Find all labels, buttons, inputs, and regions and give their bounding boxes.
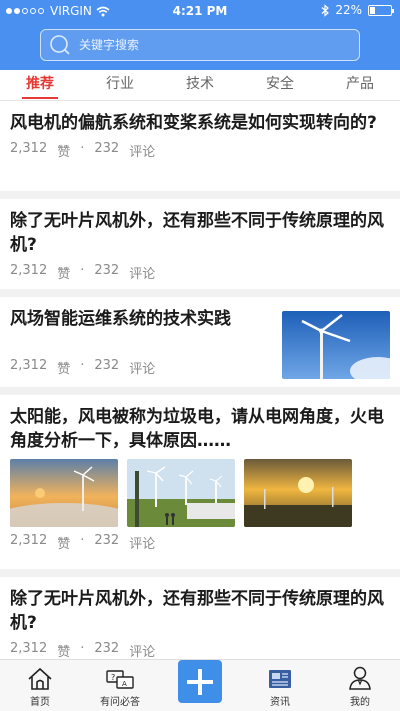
article-title[interactable]: 除了无叶片风机外，还有那些不同于传统原理的风机?: [10, 209, 390, 257]
status-right: 22%: [321, 3, 394, 17]
comment-count: 232: [94, 263, 120, 278]
tab-recommended[interactable]: 推荐: [0, 70, 80, 100]
svg-text:A: A: [122, 680, 127, 688]
article-title[interactable]: 风场智能运维系统的技术实践: [10, 307, 268, 331]
battery-icon: [368, 4, 394, 16]
tab-industry[interactable]: 行业: [80, 70, 160, 100]
svg-text:?: ?: [111, 673, 115, 682]
nav-profile-label: 我的: [350, 697, 370, 708]
comment-label: 评论: [129, 537, 156, 552]
search-input[interactable]: [79, 38, 339, 52]
article-title[interactable]: 风电机的偏航系统和变桨系统是如何实现转向的?: [10, 111, 390, 135]
profile-icon: [349, 666, 371, 690]
meta-separator: ·: [80, 141, 85, 156]
header: VIRGIN 4:21 PM 22%: [0, 0, 400, 70]
status-bar: VIRGIN 4:21 PM 22%: [0, 0, 400, 22]
article-feed: 风电机的偏航系统和变桨系统是如何实现转向的? 2,312 赞 · 232 评论 …: [0, 101, 400, 659]
comment-label: 评论: [129, 267, 156, 282]
article-meta: 2,312 赞 · 232 评论: [10, 533, 390, 552]
news-icon: [269, 670, 291, 688]
nav-home-label: 首页: [30, 697, 50, 708]
nav-qa-label: 有问必答: [100, 697, 140, 708]
category-tabs: 推荐 行业 技术 安全 产品: [0, 70, 400, 101]
qa-icon: ? A: [106, 670, 134, 689]
article-item[interactable]: 风电机的偏航系统和变桨系统是如何实现转向的? 2,312 赞 · 232 评论: [0, 101, 400, 199]
tab-products[interactable]: 产品: [320, 70, 400, 100]
tab-safety[interactable]: 安全: [240, 70, 320, 100]
search-icon: [50, 35, 70, 55]
article-item[interactable]: 除了无叶片风机外，还有那些不同于传统原理的风机? 2,312 赞 · 232 评…: [0, 577, 400, 659]
article-image-gallery: [10, 459, 390, 527]
article-meta: 2,312 赞 · 232 评论: [10, 263, 390, 282]
article-item[interactable]: 太阳能，风电被称为垃圾电，请从电网角度，火电角度分析一下，具体原因…… 2,31…: [0, 395, 400, 577]
meta-separator: ·: [80, 358, 85, 373]
article-image[interactable]: [127, 459, 235, 527]
article-image[interactable]: [244, 459, 352, 527]
article-thumbnail[interactable]: [282, 311, 390, 379]
battery-percent: 22%: [335, 3, 362, 17]
search-bar[interactable]: [40, 29, 360, 61]
article-title[interactable]: 太阳能，风电被称为垃圾电，请从电网角度，火电角度分析一下，具体原因……: [10, 405, 390, 453]
like-count: 2,312: [10, 533, 48, 548]
tab-technology[interactable]: 技术: [160, 70, 240, 100]
nav-news[interactable]: 资讯: [240, 660, 320, 711]
plus-icon: [178, 660, 222, 703]
article-title[interactable]: 除了无叶片风机外，还有那些不同于传统原理的风机?: [10, 587, 390, 635]
article-item[interactable]: 风场智能运维系统的技术实践 2,312 赞 · 232 评论: [0, 297, 400, 395]
like-count: 2,312: [10, 141, 48, 156]
comment-count: 232: [94, 533, 120, 548]
meta-separator: ·: [80, 533, 85, 548]
comment-label: 评论: [129, 362, 156, 377]
like-label: 赞: [57, 145, 71, 160]
article-meta: 2,312 赞 · 232 评论: [10, 641, 390, 659]
like-count: 2,312: [10, 641, 48, 656]
meta-separator: ·: [80, 641, 85, 656]
comment-label: 评论: [129, 145, 156, 160]
like-label: 赞: [57, 362, 71, 377]
nav-home[interactable]: 首页: [0, 660, 80, 711]
nav-profile[interactable]: 我的: [320, 660, 400, 711]
meta-separator: ·: [80, 263, 85, 278]
article-meta: 2,312 赞 · 232 评论: [10, 358, 155, 377]
article-image[interactable]: [10, 459, 118, 527]
like-count: 2,312: [10, 358, 48, 373]
like-count: 2,312: [10, 263, 48, 278]
comment-count: 232: [94, 141, 120, 156]
like-label: 赞: [57, 537, 71, 552]
home-icon: [28, 667, 52, 690]
comment-count: 232: [94, 358, 120, 373]
nav-qa[interactable]: ? A 有问必答: [80, 660, 160, 711]
nav-news-label: 资讯: [270, 697, 290, 708]
bluetooth-icon: [321, 3, 330, 17]
bottom-tab-bar: 首页 ? A 有问必答 资讯 我的: [0, 659, 400, 711]
nav-add[interactable]: [160, 660, 240, 711]
like-label: 赞: [57, 267, 71, 282]
like-label: 赞: [57, 645, 71, 659]
article-meta: 2,312 赞 · 232 评论: [10, 141, 390, 160]
article-item[interactable]: 除了无叶片风机外，还有那些不同于传统原理的风机? 2,312 赞 · 232 评…: [0, 199, 400, 297]
comment-label: 评论: [129, 645, 156, 659]
comment-count: 232: [94, 641, 120, 656]
